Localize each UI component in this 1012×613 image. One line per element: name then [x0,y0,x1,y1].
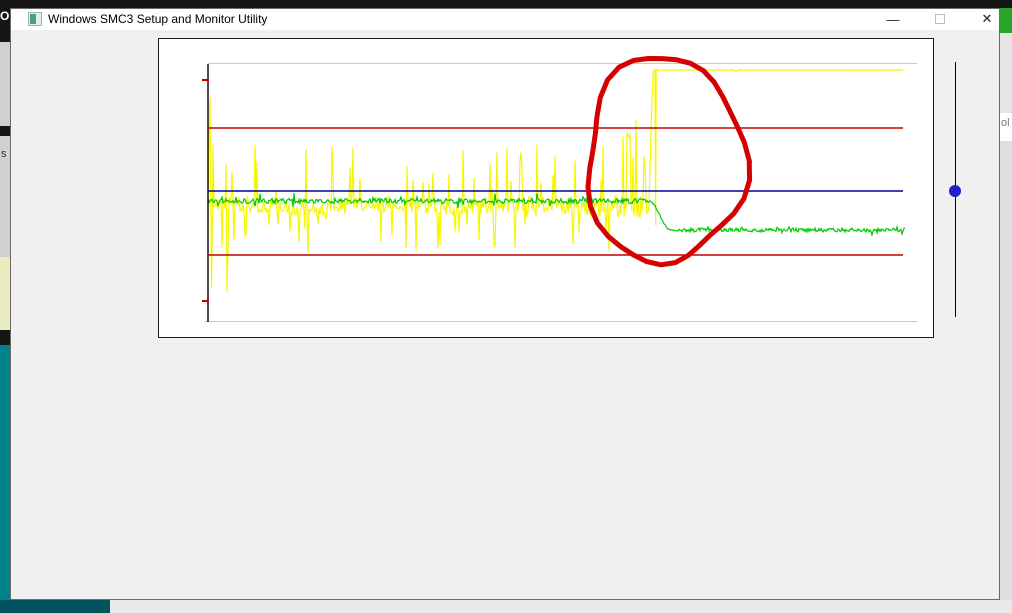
trace-feedback [208,193,905,235]
minimize-button[interactable]: — [870,8,916,30]
background-fragment-6 [0,330,10,345]
background-fragment-10 [1000,0,1012,8]
maximize-button[interactable] [917,8,963,30]
background-fragment-8 [0,600,110,613]
background-fragment-7 [0,345,10,613]
monitor-chart-svg [159,39,933,337]
trace-target-pwm [208,70,903,292]
background-text-top-left: O [0,9,9,23]
background-fragment-12 [1000,33,1012,113]
app-icon-pane [30,14,36,24]
app-icon [28,12,42,26]
titlebar[interactable]: Windows SMC3 Setup and Monitor Utility —… [10,8,1000,30]
background-fragment-2 [0,42,10,126]
window-title: Windows SMC3 Setup and Monitor Utility [48,12,267,26]
close-button[interactable]: ✕ [964,8,1010,30]
position-slider-thumb[interactable] [949,185,961,197]
background-text-left: s [1,148,7,160]
background-fragment-9 [110,600,1012,613]
monitor-chart [158,38,934,338]
background-fragment-3 [0,126,10,136]
annotation-circle [588,59,750,265]
desktop: Os ol Windows SMC3 Setup and Monitor Util… [0,0,1012,613]
background-fragment-5 [0,257,10,330]
background-text-right: ol [1001,117,1010,129]
background-fragment-0 [0,0,1012,8]
background-fragment-14 [1000,141,1012,600]
maximize-icon [935,14,945,24]
